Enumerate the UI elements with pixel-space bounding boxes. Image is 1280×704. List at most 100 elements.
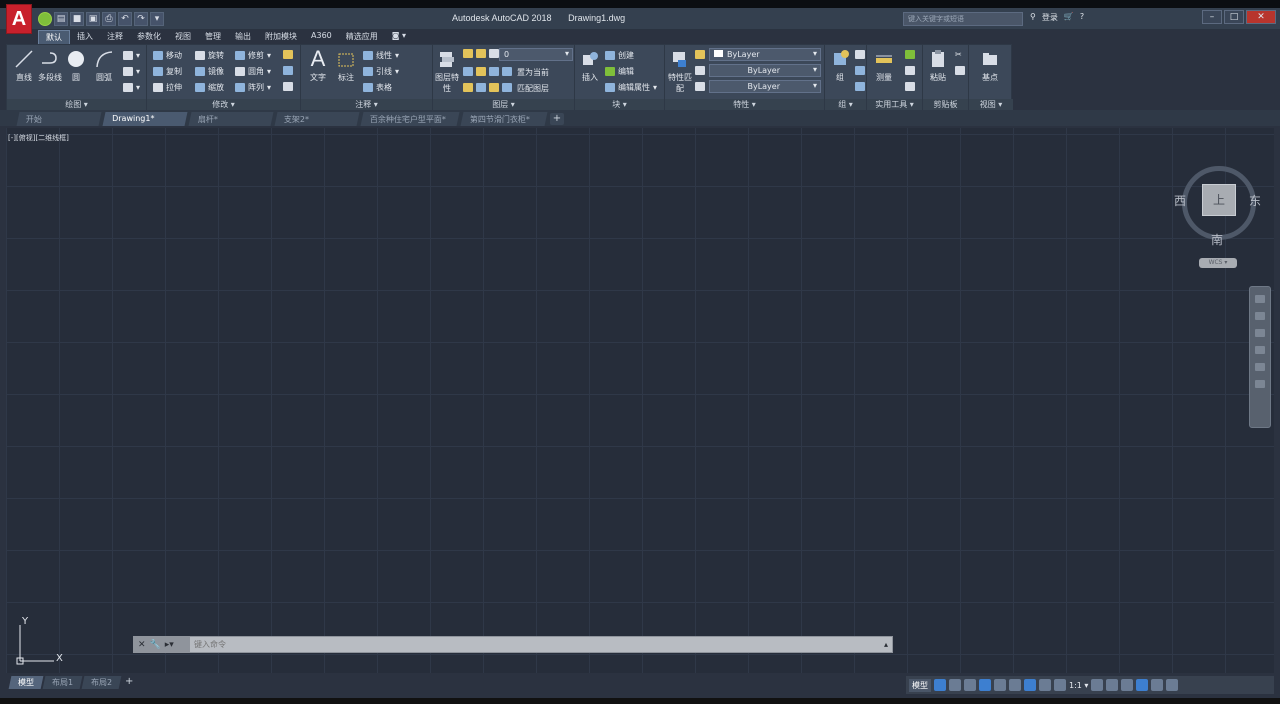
offset-button[interactable] — [283, 82, 293, 91]
group-edit-button[interactable] — [855, 66, 865, 75]
linetype-icon[interactable] — [695, 66, 705, 75]
tab-addins[interactable]: 附加模块 — [258, 30, 304, 44]
wcs-menu-button[interactable]: WCS ▾ — [1199, 258, 1237, 268]
panel-utilities-label[interactable]: 实用工具 ▾ — [867, 99, 922, 110]
arc-button[interactable]: 圆弧 — [91, 49, 117, 83]
cart-icon[interactable]: 🛒 — [1064, 12, 1074, 23]
panel-clipboard-label[interactable]: 剪贴板 — [923, 99, 968, 110]
measure-button[interactable]: 测量 — [871, 49, 897, 83]
fillet-button[interactable]: 圆角 ▾ — [235, 66, 271, 77]
plus-icon[interactable] — [1106, 679, 1119, 691]
command-input[interactable] — [190, 637, 880, 652]
ortho-icon[interactable] — [964, 679, 976, 691]
cut-button[interactable]: ✂ — [955, 50, 962, 59]
edit-block-button[interactable]: 编辑 — [605, 66, 634, 77]
layer-dropdown[interactable]: 0 — [499, 48, 573, 61]
qat-dropdown-icon[interactable]: ▾ — [150, 12, 164, 26]
showmotion-icon[interactable] — [1255, 363, 1265, 371]
layer-on-icon[interactable] — [476, 83, 486, 92]
file-tab-3[interactable]: 扇杆* — [188, 112, 274, 126]
layer-copy-icon[interactable] — [502, 83, 512, 92]
minimize-button[interactable]: – — [1202, 10, 1222, 24]
file-tab-drawing1[interactable]: Drawing1* — [102, 112, 188, 126]
tab-parametric[interactable]: 参数化 — [130, 30, 168, 44]
paste-button[interactable]: 粘贴 — [925, 49, 951, 83]
group-select-button[interactable] — [855, 82, 865, 91]
circle-button[interactable]: 圆 — [63, 49, 89, 83]
layer-off-icon[interactable] — [476, 67, 486, 76]
customize-command-icon[interactable]: 🔧 — [150, 640, 161, 650]
scale-button[interactable]: 缩放 — [195, 82, 224, 93]
dimension-button[interactable]: 标注 — [333, 49, 359, 83]
search-input[interactable]: 键入关键字或短语 — [903, 12, 1023, 26]
quick-select-button[interactable] — [905, 50, 915, 59]
gear-icon[interactable] — [1091, 679, 1104, 691]
copy-button[interactable]: 复制 — [153, 66, 182, 77]
maximize-button[interactable]: □ — [1224, 10, 1244, 24]
customize-menu-icon[interactable] — [1166, 679, 1179, 691]
edit-attributes-button[interactable]: 编辑属性 ▾ — [605, 82, 657, 93]
viewcube-east[interactable]: 东 — [1249, 192, 1261, 209]
snap-icon[interactable] — [949, 679, 961, 691]
match-layer-button[interactable]: 匹配图层 — [517, 83, 549, 94]
panel-block-label[interactable]: 块 ▾ — [575, 99, 664, 110]
viewcube-west[interactable]: 西 — [1174, 192, 1186, 209]
recent-commands-icon[interactable]: ▸▾ — [165, 640, 174, 650]
move-button[interactable]: 移动 — [153, 50, 182, 61]
table-button[interactable]: 表格 — [363, 82, 392, 93]
explode-button[interactable] — [283, 66, 293, 75]
layout-tab-model[interactable]: 模型 — [8, 676, 44, 689]
panel-properties-label[interactable]: 特性 ▾ — [665, 99, 824, 110]
set-current-button[interactable]: 置为当前 — [517, 67, 549, 78]
undo-icon[interactable]: ↶ — [118, 12, 132, 26]
command-history-icon[interactable]: ▴ — [880, 640, 892, 649]
help-icon[interactable]: ? — [1080, 12, 1084, 23]
file-tab-4[interactable]: 支架2* — [274, 112, 360, 126]
linear-dimension-button[interactable]: 线性 ▾ — [363, 50, 399, 61]
model-space-button[interactable]: 模型 — [909, 678, 931, 692]
lock-icon[interactable] — [489, 49, 499, 58]
layer-isolate-icon[interactable] — [463, 67, 473, 76]
layer-properties-button[interactable]: 图层特性 — [435, 49, 459, 94]
navbar-menu-icon[interactable] — [1255, 380, 1265, 388]
layer-thaw-icon[interactable] — [489, 83, 499, 92]
panel-draw-label[interactable]: 绘图 ▾ — [7, 99, 146, 110]
viewport-controls-label[interactable]: [-][俯视][二维线框] — [8, 133, 69, 143]
orbit-icon[interactable] — [1255, 346, 1265, 354]
color-wheel-icon[interactable] — [695, 50, 705, 59]
id-point-button[interactable] — [905, 66, 915, 75]
stretch-button[interactable]: 拉伸 — [153, 82, 182, 93]
panel-annotation-label[interactable]: 注释 ▾ — [301, 99, 432, 110]
open-file-icon[interactable]: ▤ — [54, 12, 68, 26]
annotation-scale-dropdown[interactable]: 1:1 ▾ — [1069, 681, 1088, 690]
color-dropdown[interactable]: ByLayer — [709, 48, 821, 61]
lineweight-dropdown[interactable]: ByLayer — [709, 80, 821, 93]
new-tab-button[interactable]: + — [550, 113, 564, 125]
viewcube-south[interactable]: 南 — [1211, 231, 1223, 248]
grid-icon[interactable] — [934, 679, 946, 691]
object-snap-tracking-icon[interactable] — [1009, 679, 1021, 691]
steering-wheel-icon[interactable] — [1255, 295, 1265, 303]
save-as-icon[interactable]: ▣ — [86, 12, 100, 26]
trim-button[interactable]: 修剪 ▾ — [235, 50, 271, 61]
hatch-button[interactable]: ▾ — [123, 67, 140, 76]
layer-unisolate-icon[interactable] — [463, 83, 473, 92]
text-button[interactable]: A 文字 — [305, 48, 331, 83]
layout-tab-2[interactable]: 布局2 — [81, 676, 122, 689]
login-area[interactable]: ⚲ 登录 🛒 ? — [1030, 12, 1084, 23]
erase-button[interactable] — [283, 50, 293, 59]
tab-more-icon[interactable]: ◙ ▾ — [385, 30, 413, 44]
zoom-extents-icon[interactable] — [1255, 329, 1265, 337]
tab-insert[interactable]: 插入 — [70, 30, 100, 44]
lineweight-icon[interactable] — [695, 82, 705, 91]
copy-clip-button[interactable] — [955, 66, 965, 75]
close-command-icon[interactable]: ✕ — [138, 640, 146, 650]
leader-button[interactable]: 引线 ▾ — [363, 66, 399, 77]
login-link[interactable]: 登录 — [1042, 12, 1058, 23]
application-menu-button[interactable]: A — [6, 4, 32, 34]
array-button[interactable]: 阵列 ▾ — [235, 82, 271, 93]
tab-a360[interactable]: A360 — [304, 30, 339, 44]
mirror-button[interactable]: 镜像 — [195, 66, 224, 77]
isodraft-icon[interactable] — [994, 679, 1006, 691]
calculator-button[interactable] — [905, 82, 915, 91]
